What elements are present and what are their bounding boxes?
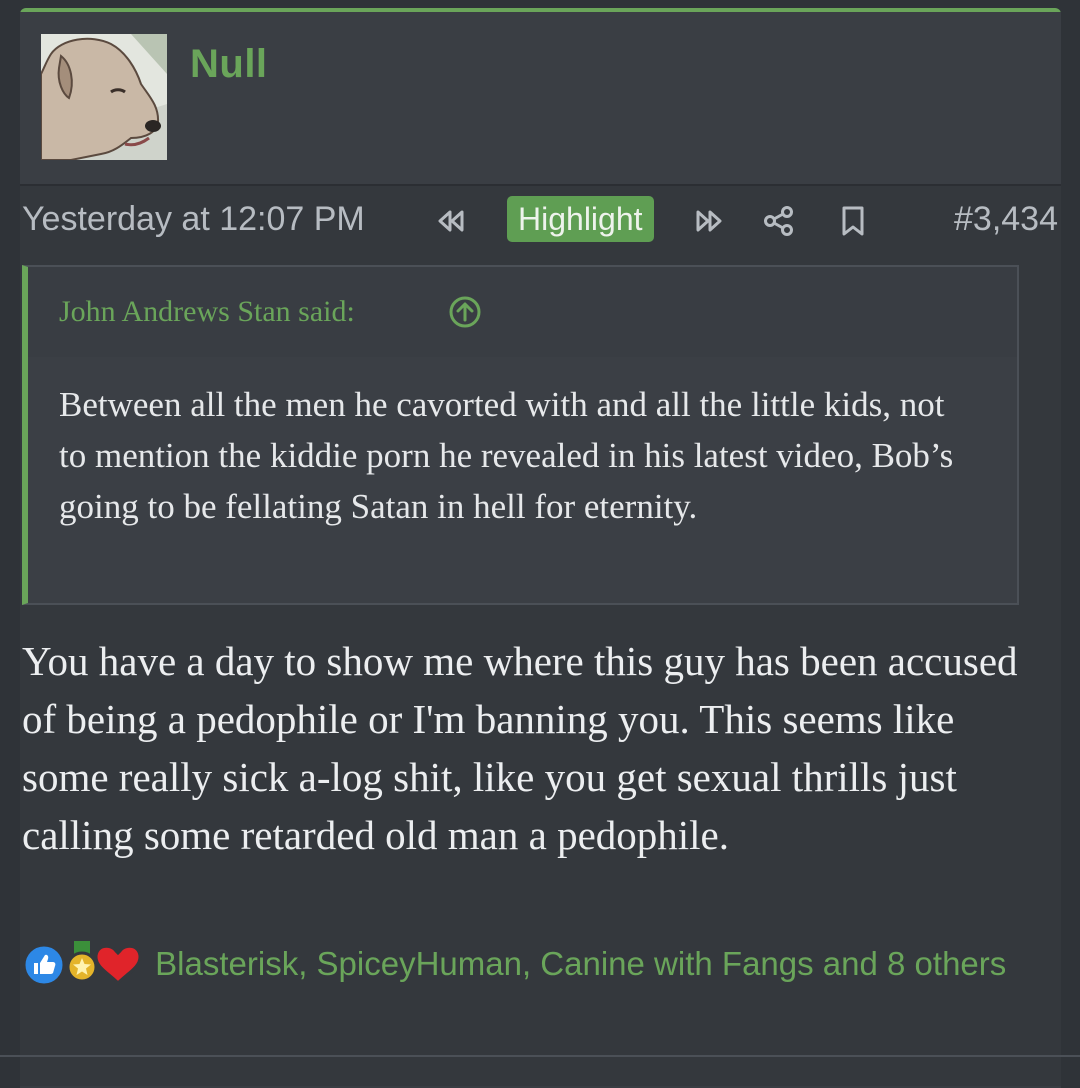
username[interactable]: Null bbox=[190, 42, 268, 87]
post-user-area: Null bbox=[20, 12, 1061, 184]
like-icon bbox=[22, 943, 66, 985]
quote-text: Between all the men he cavorted with and… bbox=[59, 385, 954, 526]
quote-attribution[interactable]: John Andrews Stan said: bbox=[59, 295, 355, 329]
avatar[interactable] bbox=[41, 34, 167, 160]
dog-avatar-image bbox=[41, 34, 167, 160]
heart-icon bbox=[94, 944, 142, 985]
rewind-icon[interactable] bbox=[434, 204, 468, 238]
reactions-bar[interactable]: Blasterisk, SpiceyHuman, Canine with Fan… bbox=[22, 940, 1022, 988]
highlight-button[interactable]: Highlight bbox=[507, 196, 654, 242]
medal-icon bbox=[66, 941, 98, 983]
reaction-summary[interactable]: Blasterisk, SpiceyHuman, Canine with Fan… bbox=[155, 945, 1006, 982]
post-number[interactable]: #3,434 bbox=[954, 200, 1058, 239]
post-meta-row: Yesterday at 12:07 PM Highlight #3,434 bbox=[22, 196, 1058, 244]
post-timestamp[interactable]: Yesterday at 12:07 PM bbox=[22, 200, 365, 239]
quote-header: John Andrews Stan said: bbox=[28, 267, 1017, 357]
quote-block: John Andrews Stan said: Between all the … bbox=[22, 265, 1019, 605]
post-body-text: You have a day to show me where this guy… bbox=[22, 638, 1018, 858]
footer-divider bbox=[0, 1055, 1080, 1057]
reaction-icons[interactable] bbox=[22, 941, 146, 985]
bookmark-icon[interactable] bbox=[836, 204, 870, 238]
fast-forward-icon[interactable] bbox=[692, 204, 726, 238]
arrow-up-circle-icon[interactable] bbox=[448, 295, 482, 329]
share-icon[interactable] bbox=[762, 204, 796, 238]
